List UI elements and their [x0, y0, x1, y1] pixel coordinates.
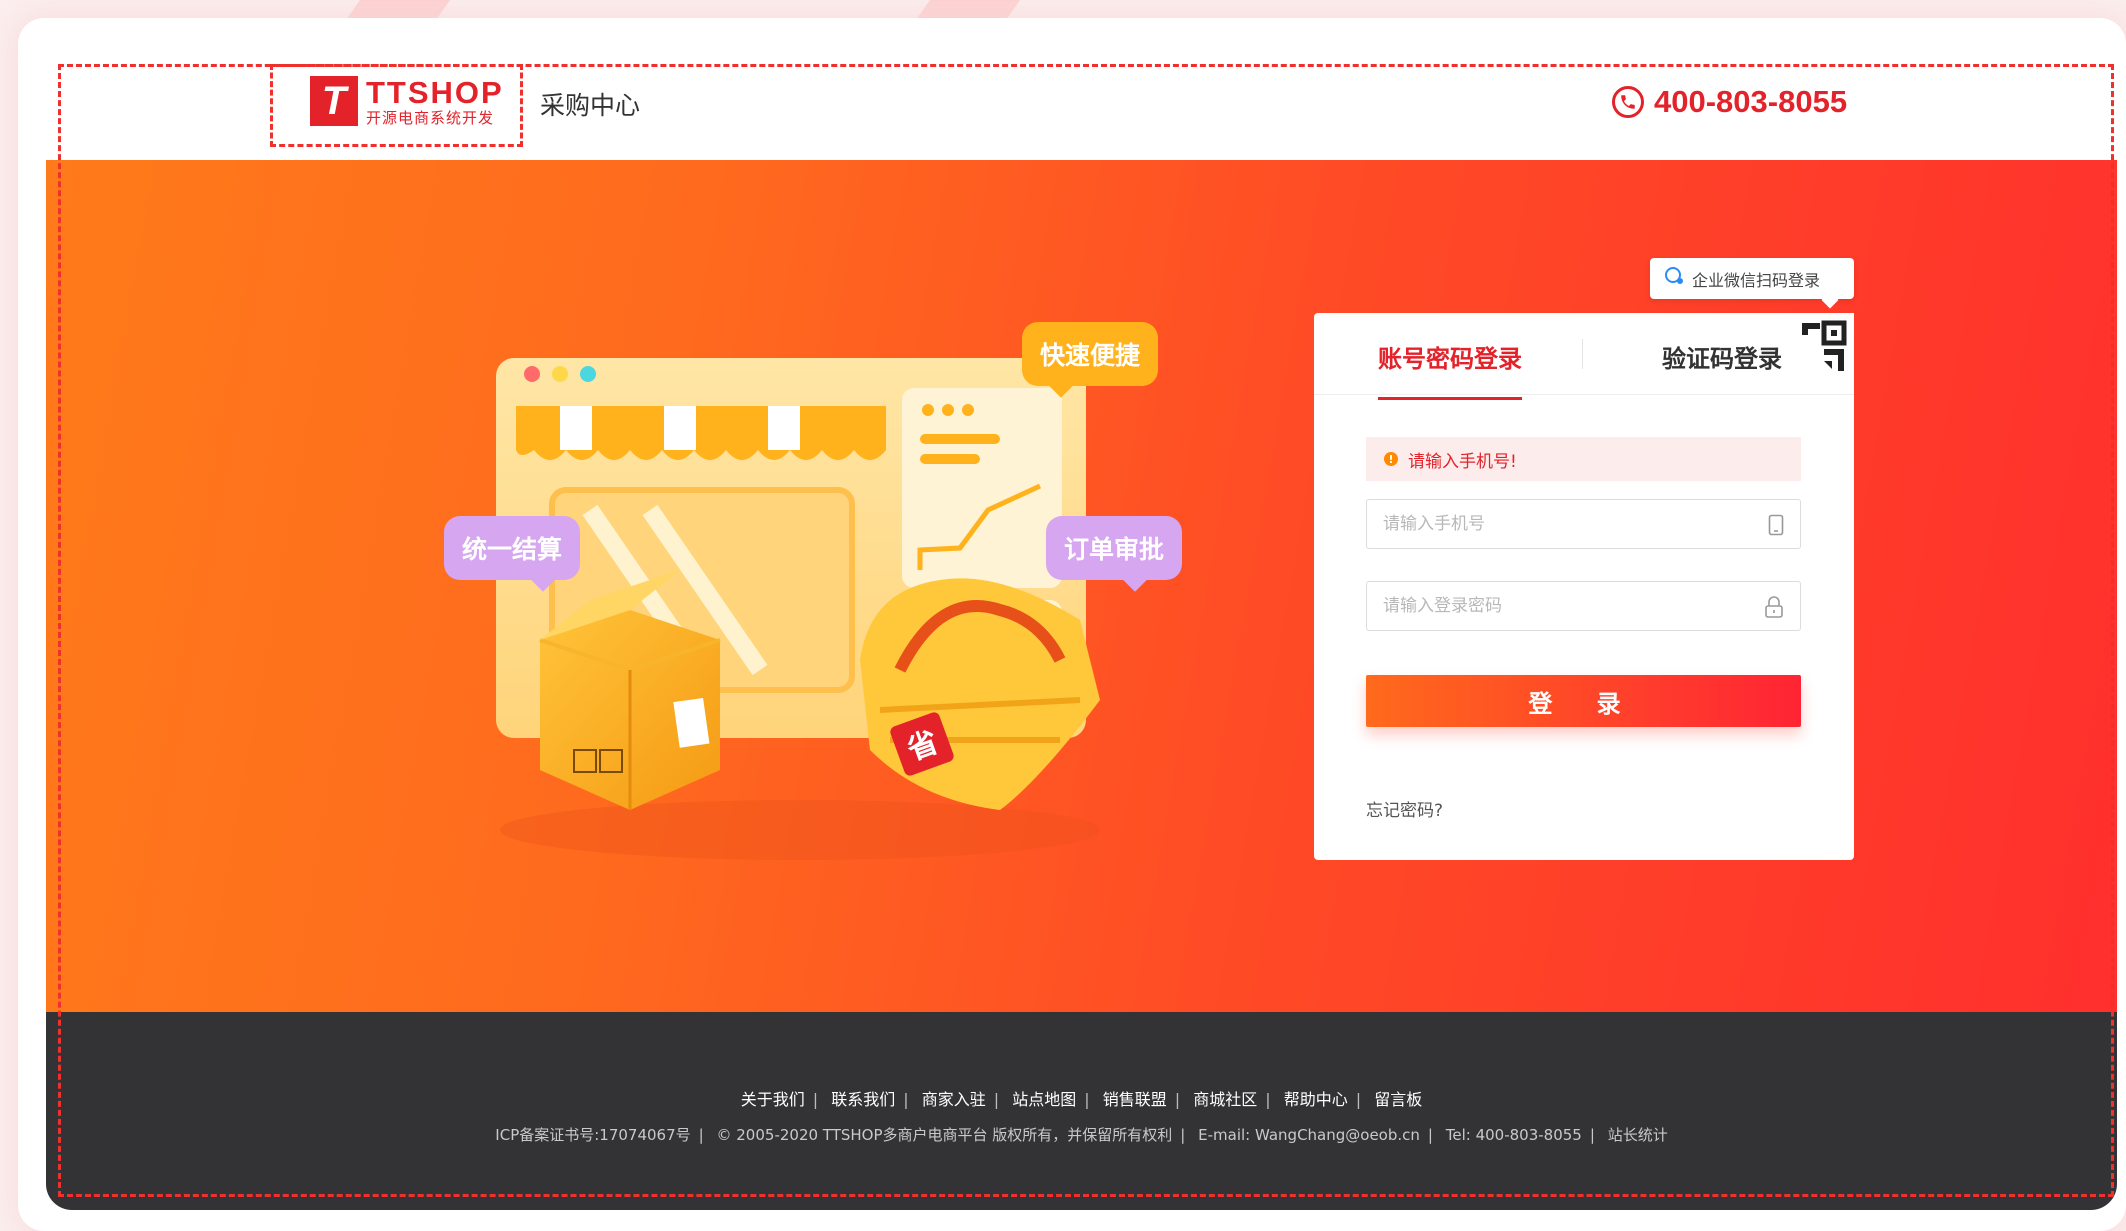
separator: |: [1589, 1126, 1595, 1144]
site-footer: 关于我们 | 联系我们 | 商家入驻 | 站点地图 | 销售联盟 | 商城社区 | 帮助中心…: [46, 1012, 2117, 1210]
phone-field: [1366, 499, 1801, 549]
error-message: ! 请输入手机号!: [1366, 437, 1801, 481]
logo-subtitle: 开源电商系统开发: [366, 108, 495, 127]
phone-input[interactable]: [1367, 500, 1800, 548]
footer-link-sitemap[interactable]: 站点地图: [1012, 1090, 1076, 1109]
tab-password-login[interactable]: 账号密码登录: [1378, 339, 1522, 400]
wechat-qr-login-tip[interactable]: 企业微信扫码登录: [1650, 258, 1854, 299]
footer-link-contact[interactable]: 联系我们: [831, 1090, 895, 1109]
site-logo[interactable]: T TTSHOP 开源电商系统开发: [310, 76, 504, 126]
footer-link-affiliate[interactable]: 销售联盟: [1103, 1090, 1167, 1109]
hotline: 400-803-8055: [1612, 84, 1847, 120]
lock-icon: [1764, 596, 1784, 622]
mobile-icon: [1768, 514, 1784, 540]
separator: |: [1265, 1090, 1271, 1109]
separator: |: [903, 1090, 909, 1109]
separator: |: [698, 1126, 704, 1144]
footer-link-about[interactable]: 关于我们: [741, 1090, 805, 1109]
qr-tip-label: 企业微信扫码登录: [1692, 270, 1821, 290]
footer-link-help[interactable]: 帮助中心: [1284, 1090, 1348, 1109]
footer-stats-link[interactable]: 站长统计: [1608, 1126, 1668, 1144]
wechat-icon: [1664, 267, 1684, 290]
tab-divider: [1582, 339, 1583, 369]
logo-mark: T: [310, 76, 358, 126]
bubble-fast: 快速便捷: [1022, 322, 1159, 386]
footer-links: 关于我们 | 联系我们 | 商家入驻 | 站点地图 | 销售联盟 | 商城社区 | 帮助中心…: [46, 1086, 2117, 1110]
separator: |: [1174, 1090, 1181, 1109]
footer-link-community[interactable]: 商城社区: [1193, 1090, 1257, 1109]
illustration-graphic: 省: [496, 358, 1100, 860]
login-panel: 账号密码登录 验证码登录 ! 请输入手机号! 登 录 忘记密码?: [1314, 313, 1854, 860]
separator: |: [1084, 1090, 1090, 1109]
login-tabs: 账号密码登录 验证码登录: [1314, 313, 1854, 400]
bubble-settle: 统一结算: [444, 516, 581, 580]
error-text: 请输入手机号!: [1408, 451, 1517, 472]
separator: |: [1427, 1126, 1433, 1144]
page-title: 采购中心: [540, 91, 641, 120]
hotline-number: 400-803-8055: [1654, 84, 1848, 119]
footer-email: E-mail: WangChang@oeob.cn: [1198, 1126, 1420, 1144]
footer-tel: Tel: 400-803-8055: [1445, 1126, 1582, 1144]
warning-icon: !: [1384, 452, 1398, 466]
separator: |: [812, 1090, 819, 1109]
forgot-password-link[interactable]: 忘记密码?: [1366, 796, 1443, 821]
copyright-text: © 2005-2020 TTSHOP多商户电商平台 版权所有，并保留所有权利: [716, 1126, 1173, 1144]
separator: |: [1180, 1126, 1186, 1144]
separator: |: [993, 1090, 1000, 1109]
password-field: [1366, 581, 1801, 631]
shop-illustration: 省 快速便捷 统一结算 订单审批: [440, 310, 1200, 870]
separator: |: [1355, 1090, 1362, 1109]
bubble-approve: 订单审批: [1046, 516, 1183, 580]
footer-link-merchant[interactable]: 商家入驻: [922, 1090, 986, 1109]
phone-icon: [1612, 86, 1644, 118]
footer-link-guestbook[interactable]: 留言板: [1374, 1090, 1422, 1109]
tab-code-login[interactable]: 验证码登录: [1662, 339, 1782, 374]
login-button[interactable]: 登 录: [1366, 675, 1801, 727]
logo-title: TTSHOP: [366, 74, 504, 110]
qr-code-toggle-icon[interactable]: [1782, 313, 1854, 385]
password-input[interactable]: [1367, 582, 1800, 630]
footer-copyright: ICP备案证书号:17074067号 | © 2005-2020 TTSHOP多商…: [46, 1124, 2117, 1145]
icp-number[interactable]: ICP备案证书号:17074067号: [495, 1126, 690, 1144]
